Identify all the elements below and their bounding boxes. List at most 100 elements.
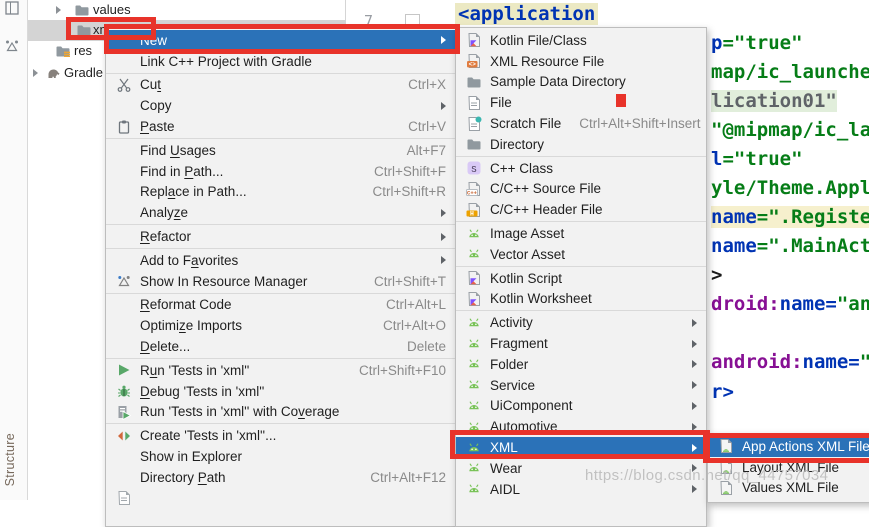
new-submenu-item-uicomponent[interactable]: UiComponent [456, 396, 706, 417]
context-menu-item-paste[interactable]: Paste Ctrl+V [106, 116, 455, 137]
menu-item-label: Wear [490, 460, 523, 476]
menu-separator [456, 221, 706, 223]
menu-item-label: Kotlin Script [490, 270, 563, 286]
new-submenu-item-fragment[interactable]: Fragment [456, 333, 706, 354]
menu-item-label: Scratch File [490, 116, 562, 132]
new-submenu-item-c-c-source-file[interactable]: C++ C/C++ Source File [456, 179, 706, 200]
menu-item-label: Run 'Tests in 'xml'' with Coverage [140, 404, 340, 420]
menu-item-shortcut: Ctrl+Shift+F [373, 163, 446, 179]
context-menu-item-find-in-path[interactable]: Find in Path... Ctrl+Shift+F [106, 161, 455, 182]
icon-column [116, 119, 140, 135]
menu-item-shortcut: Ctrl+Alt+F12 [370, 469, 446, 485]
context-menu-item-create-tests-in-xml[interactable]: Create 'Tests in 'xml''... [106, 425, 455, 446]
icon-column [116, 383, 140, 399]
structure-tab[interactable]: Structure [3, 433, 17, 486]
submenu-arrow-icon [692, 360, 697, 369]
expand-arrow-icon[interactable] [56, 6, 61, 14]
submenu-arrow-icon [441, 232, 446, 241]
context-menu-item-analyze[interactable]: Analyze [106, 202, 455, 223]
new-submenu-item-folder[interactable]: Folder [456, 354, 706, 375]
menu-item-label: Reformat Code [140, 297, 232, 313]
context-menu-item-optimize-imports[interactable]: Optimize Imports Ctrl+Alt+O [106, 315, 455, 336]
new-submenu-item-scratch-file[interactable]: Scratch File Ctrl+Alt+Shift+Insert [456, 113, 706, 134]
new-submenu-item-directory[interactable]: Directory [456, 134, 706, 155]
tool-window-icon[interactable] [4, 0, 20, 16]
menu-item-label: File [490, 95, 512, 111]
clipboard-icon [116, 119, 132, 135]
context-menu-item-add-to-favorites[interactable]: Add to Favorites [106, 250, 455, 271]
menu-item-label: Show in Explorer [140, 449, 243, 465]
context-menu-item-replace-in-path[interactable]: Replace in Path... Ctrl+Shift+R [106, 182, 455, 203]
context-menu-item-copy[interactable]: Copy [106, 95, 455, 116]
coverage-icon [116, 404, 132, 420]
menu-item-label: Add to Favorites [140, 252, 239, 268]
create-tests-icon [116, 428, 132, 444]
android-icon [466, 246, 482, 262]
context-menu-item-run-tests-in-xml[interactable]: Run 'Tests in 'xml'' Ctrl+Shift+F10 [106, 360, 455, 381]
menu-item-label: C/C++ Header File [490, 202, 603, 218]
file-icon [466, 95, 482, 111]
new-submenu-item-activity[interactable]: Activity [456, 312, 706, 333]
annotation-box-app-actions-item [703, 433, 869, 463]
menu-separator [456, 265, 706, 267]
code-token: name [711, 235, 757, 257]
tree-item-label: values [93, 2, 131, 17]
menu-item-label: Sample Data Directory [490, 74, 626, 90]
menu-item-label: Create 'Tests in 'xml''... [140, 428, 277, 444]
code-matched-tag: <application [455, 3, 599, 25]
menu-item-shortcut: Alt+F7 [406, 142, 446, 158]
menu-item-label: Vector Asset [490, 246, 566, 262]
annotation-box-new-item [104, 24, 460, 54]
menu-item-shortcut: Ctrl+X [408, 77, 446, 93]
icon-column [466, 246, 490, 262]
new-submenu-item-kotlin-worksheet[interactable]: Kotlin Worksheet [456, 289, 706, 310]
new-submenu-item-kotlin-file-class[interactable]: Kotlin File/Class [456, 30, 706, 51]
new-submenu-item-xml-resource-file[interactable]: <> XML Resource File [456, 51, 706, 72]
context-menu-item-refactor[interactable]: Refactor [106, 226, 455, 247]
submenu-arrow-icon [692, 318, 697, 327]
context-menu-item-delete[interactable]: Delete... Delete [106, 336, 455, 357]
code-token: > [711, 264, 723, 286]
context-menu-item-item[interactable] [106, 488, 455, 509]
context-menu-item-find-usages[interactable]: Find Usages Alt+F7 [106, 140, 455, 161]
context-menu-item-run-tests-in-xml-with-coverage[interactable]: Run 'Tests in 'xml'' with Coverage [106, 402, 455, 423]
context-menu-item-reformat-code[interactable]: Reformat Code Ctrl+Alt+L [106, 295, 455, 316]
svg-text:S: S [471, 165, 476, 175]
folder-icon [466, 74, 482, 90]
new-submenu-item-kotlin-script[interactable]: Kotlin Script [456, 268, 706, 289]
new-submenu-item-c-c-header-file[interactable]: H C/C++ Header File [456, 199, 706, 220]
icon-column [466, 136, 490, 152]
code-line: droid:name="and [711, 293, 869, 315]
code-line: lication01" [711, 90, 837, 112]
new-submenu-item-c-class[interactable]: S C++ Class [456, 158, 706, 179]
folder-icon [466, 136, 482, 152]
android-icon [466, 481, 482, 497]
context-menu-item-show-in-explorer[interactable]: Show in Explorer [106, 446, 455, 467]
context-menu-item-cut[interactable]: Cut Ctrl+X [106, 75, 455, 96]
svg-text:<>: <> [469, 61, 477, 68]
new-submenu-item-service[interactable]: Service [456, 375, 706, 396]
menu-item-shortcut: Ctrl+V [408, 119, 446, 135]
menu-separator [106, 247, 455, 249]
new-submenu-item-file[interactable]: File [456, 92, 706, 113]
new-submenu-item-sample-data-directory[interactable]: Sample Data Directory [456, 72, 706, 93]
context-menu-item-directory-path[interactable]: Directory Path Ctrl+Alt+F12 [106, 467, 455, 488]
new-submenu-item-image-asset[interactable]: Image Asset [456, 223, 706, 244]
new-submenu-item-vector-asset[interactable]: Vector Asset [456, 244, 706, 265]
context-menu: New Link C++ Project with Gradle Cut Ctrl+X… [105, 27, 456, 527]
code-token: "a [860, 351, 869, 373]
code-token: r> [711, 381, 734, 403]
code-line: name=".Register [711, 206, 869, 228]
menu-item-label: Kotlin Worksheet [490, 291, 592, 307]
expand-arrow-icon[interactable] [33, 69, 38, 77]
submenu-arrow-icon [441, 256, 446, 265]
menu-item-label: Optimize Imports [140, 318, 243, 334]
menu-item-label: Run 'Tests in 'xml'' [140, 362, 250, 378]
context-menu-item-debug-tests-in-xml[interactable]: Debug 'Tests in 'xml'' [106, 381, 455, 402]
icon-column: S [466, 160, 490, 176]
structure-tool-icon[interactable] [4, 38, 20, 54]
submenu-arrow-icon [441, 101, 446, 110]
menu-item-label: Directory Path [140, 469, 226, 485]
menu-item-label: Cut [140, 77, 162, 93]
context-menu-item-show-in-resource-manager[interactable]: Show In Resource Manager Ctrl+Shift+T [106, 271, 455, 292]
